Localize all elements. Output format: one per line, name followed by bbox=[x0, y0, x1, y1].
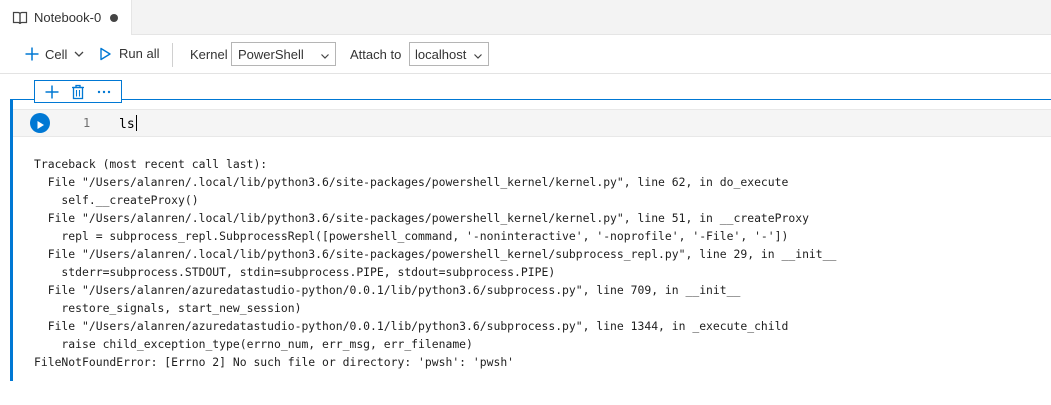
attach-to-select-value: localhost bbox=[415, 46, 467, 62]
tab-bar: Notebook-0 bbox=[0, 0, 1051, 35]
more-icon[interactable] bbox=[95, 83, 113, 101]
output-line: FileNotFoundError: [Errno 2] No such fil… bbox=[34, 355, 515, 369]
attach-to-select[interactable]: localhost bbox=[409, 42, 489, 66]
output-line: File "/Users/alanren/azuredatastudio-pyt… bbox=[34, 283, 741, 297]
run-cell-button[interactable] bbox=[30, 113, 50, 133]
play-icon bbox=[35, 118, 45, 129]
notebook-toolbar: Cell Run all Kernel PowerShell Attach to… bbox=[0, 36, 1051, 74]
output-line: File "/Users/alanren/.local/lib/python3.… bbox=[34, 175, 789, 189]
chevron-down-icon bbox=[473, 49, 483, 59]
code-text: ls bbox=[119, 117, 135, 132]
text-cursor bbox=[135, 115, 137, 131]
kernel-select-value: PowerShell bbox=[238, 46, 304, 62]
toolbar-divider bbox=[172, 43, 173, 67]
add-cell-button[interactable]: Cell bbox=[24, 46, 85, 62]
play-icon bbox=[98, 47, 112, 61]
output-line: restore_signals, start_new_session) bbox=[34, 301, 302, 315]
kernel-select[interactable]: PowerShell bbox=[231, 42, 336, 66]
plus-icon bbox=[24, 46, 40, 62]
line-number: 1 bbox=[83, 116, 91, 130]
run-all-button[interactable]: Run all bbox=[98, 46, 159, 61]
code-cell[interactable]: 1 ls Traceback (most recent call last): … bbox=[10, 99, 1051, 381]
output-line: File "/Users/alanren/.local/lib/python3.… bbox=[34, 211, 809, 225]
code-line[interactable]: ls bbox=[119, 115, 137, 132]
chevron-down-icon bbox=[73, 48, 85, 60]
unsaved-dot-icon[interactable] bbox=[110, 13, 119, 22]
add-icon[interactable] bbox=[43, 83, 61, 101]
tab-title: Notebook-0 bbox=[34, 10, 102, 25]
output-line: stderr=subprocess.STDOUT, stdin=subproce… bbox=[34, 265, 556, 279]
output-line: repl = subprocess_repl.SubprocessRepl([p… bbox=[34, 229, 789, 243]
cell-toolbar bbox=[34, 80, 122, 103]
cell-output: Traceback (most recent call last): File … bbox=[34, 155, 1044, 371]
trash-icon[interactable] bbox=[69, 83, 87, 101]
kernel-label: Kernel bbox=[190, 47, 228, 62]
chevron-down-icon bbox=[320, 49, 330, 59]
output-line: raise child_exception_type(errno_num, er… bbox=[34, 337, 473, 351]
output-line: File "/Users/alanren/azuredatastudio-pyt… bbox=[34, 319, 789, 333]
code-editor[interactable]: 1 ls bbox=[13, 109, 1051, 137]
book-icon bbox=[12, 10, 28, 26]
add-cell-label: Cell bbox=[45, 46, 68, 62]
run-all-label: Run all bbox=[119, 46, 160, 61]
attach-to-label: Attach to bbox=[350, 47, 402, 62]
tab-notebook[interactable]: Notebook-0 bbox=[0, 0, 132, 35]
output-line: self.__createProxy() bbox=[34, 193, 199, 207]
output-line: Traceback (most recent call last): bbox=[34, 157, 268, 171]
output-line: File "/Users/alanren/.local/lib/python3.… bbox=[34, 247, 837, 261]
